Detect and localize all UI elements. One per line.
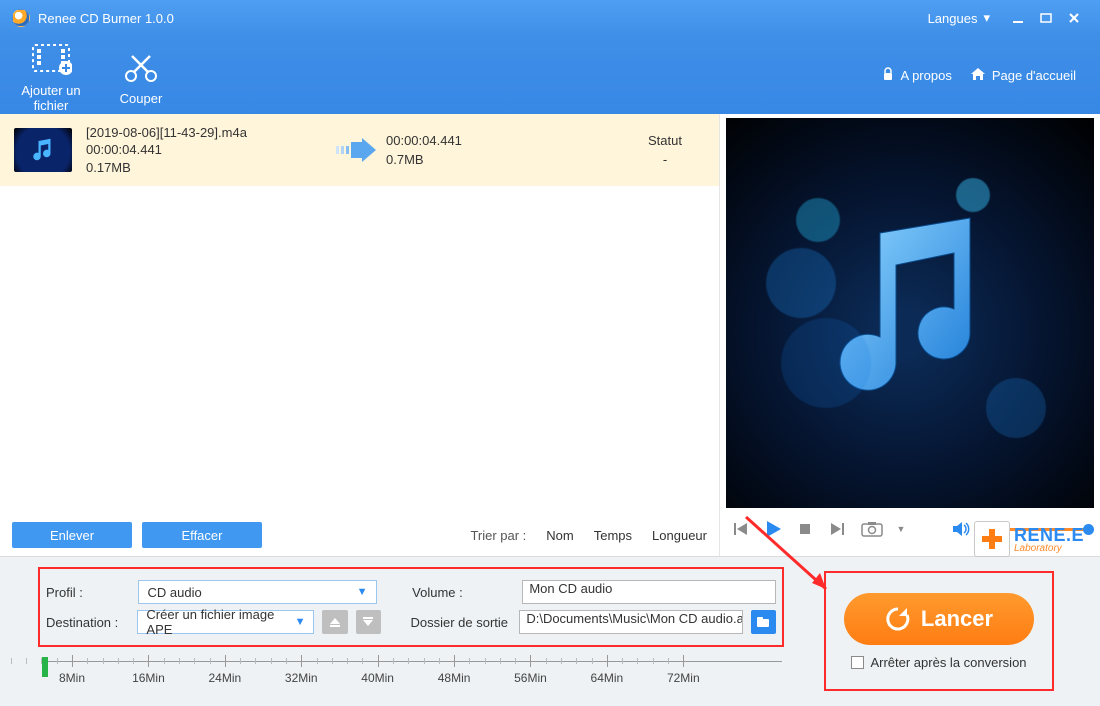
- toolbar-right-links: A propos Page d'accueil: [881, 67, 1094, 84]
- arrow-right-icon: [326, 138, 386, 162]
- file-name: [2019-08-06][11-43-29].m4a: [86, 124, 326, 142]
- file-row[interactable]: [2019-08-06][11-43-29].m4a 00:00:04.441 …: [0, 114, 719, 186]
- ruler-tick-label: 72Min: [667, 671, 700, 685]
- remove-button[interactable]: Enlever: [12, 522, 132, 548]
- file-info: [2019-08-06][11-43-29].m4a 00:00:04.441 …: [86, 124, 326, 177]
- preview-panel: ▼: [720, 114, 1100, 556]
- volume-label: Volume :: [412, 585, 514, 600]
- destination-label: Destination :: [46, 615, 129, 630]
- toolbar: Ajouter un fichier Couper A propos Page …: [0, 36, 1100, 114]
- cut-button[interactable]: Couper: [96, 45, 186, 106]
- output-folder-input[interactable]: D:\Documents\Music\Mon CD audio.ap: [519, 610, 742, 634]
- file-duration: 00:00:04.441: [86, 141, 326, 159]
- browse-button[interactable]: [751, 610, 776, 634]
- about-link[interactable]: A propos: [881, 67, 952, 84]
- home-link[interactable]: Page d'accueil: [970, 67, 1076, 84]
- app-title: Renee CD Burner 1.0.0: [38, 11, 174, 26]
- sort-by-label: Trier par :: [470, 528, 526, 543]
- stop-after-label: Arrêter après la conversion: [870, 655, 1026, 670]
- chevron-down-icon: ▼: [357, 586, 368, 598]
- home-icon: [970, 67, 986, 84]
- minimize-button[interactable]: [1004, 8, 1032, 28]
- title-bar: Renee CD Burner 1.0.0 Langues ▾: [0, 0, 1100, 36]
- sort-time[interactable]: Temps: [594, 528, 632, 543]
- profile-select[interactable]: CD audio ▼: [138, 580, 376, 604]
- clear-button[interactable]: Effacer: [142, 522, 262, 548]
- brand-logo: RENE.E Laboratory: [974, 521, 1084, 557]
- about-label: A propos: [901, 68, 952, 83]
- scissors-icon: [96, 45, 186, 89]
- ruler-tick-label: 8Min: [59, 671, 85, 685]
- file-output-info: 00:00:04.441 0.7MB: [386, 131, 566, 170]
- ruler-tick-label: 56Min: [514, 671, 547, 685]
- timeline-marker[interactable]: [42, 657, 48, 677]
- language-label: Langues: [928, 11, 978, 26]
- preview-area: [726, 118, 1094, 508]
- chevron-down-icon: ▾: [983, 10, 990, 26]
- play-button[interactable]: [762, 518, 784, 540]
- destination-select[interactable]: Créer un fichier image APE ▼: [137, 610, 314, 634]
- volume-input[interactable]: Mon CD audio: [522, 580, 776, 604]
- load-button[interactable]: [356, 610, 381, 634]
- ruler-tick-label: 48Min: [438, 671, 471, 685]
- file-list-empty-area: [0, 186, 719, 514]
- timeline-ruler[interactable]: 8Min 16Min 24Min 32Min 40Min 48Min 56Min 64Min 7…: [42, 651, 782, 691]
- output-duration: 00:00:04.441: [386, 131, 566, 151]
- app-logo-icon: [12, 9, 30, 27]
- status-header: Statut: [625, 131, 705, 151]
- stop-after-checkbox[interactable]: [851, 656, 864, 669]
- snapshot-button[interactable]: [858, 518, 886, 540]
- stop-after-row[interactable]: Arrêter après la conversion: [851, 655, 1026, 670]
- chevron-down-icon: ▼: [295, 616, 306, 628]
- ruler-tick-label: 40Min: [361, 671, 394, 685]
- file-thumbnail: [14, 128, 72, 172]
- cross-icon: [974, 521, 1010, 557]
- next-button[interactable]: [826, 518, 848, 540]
- status-column: Statut -: [625, 131, 705, 170]
- ruler-tick-label: 16Min: [132, 671, 165, 685]
- refresh-icon: [885, 606, 911, 632]
- destination-value: Créer un fichier image APE: [146, 607, 294, 637]
- file-size: 0.17MB: [86, 159, 326, 177]
- snapshot-menu-button[interactable]: ▼: [896, 518, 906, 540]
- prev-button[interactable]: [730, 518, 752, 540]
- profile-label: Profil :: [46, 585, 130, 600]
- lock-icon: [881, 67, 895, 84]
- launch-box: Lancer Arrêter après la conversion: [824, 571, 1054, 691]
- output-size: 0.7MB: [386, 150, 566, 170]
- cut-label: Couper: [96, 91, 186, 106]
- language-selector[interactable]: Langues ▾: [928, 10, 990, 26]
- sort-name[interactable]: Nom: [546, 528, 573, 543]
- main-area: [2019-08-06][11-43-29].m4a 00:00:04.441 …: [0, 114, 1100, 556]
- close-button[interactable]: [1060, 8, 1088, 28]
- settings-box: Profil : CD audio ▼ Volume : Mon CD audi…: [38, 567, 784, 647]
- ruler-tick-label: 32Min: [285, 671, 318, 685]
- stop-button[interactable]: [794, 518, 816, 540]
- status-value: -: [625, 150, 705, 170]
- file-list-panel: [2019-08-06][11-43-29].m4a 00:00:04.441 …: [0, 114, 720, 556]
- sort-length[interactable]: Longueur: [652, 528, 707, 543]
- eject-button[interactable]: [322, 610, 347, 634]
- add-file-label: Ajouter un fichier: [6, 83, 96, 113]
- add-file-button[interactable]: Ajouter un fichier: [6, 37, 96, 113]
- maximize-button[interactable]: [1032, 8, 1060, 28]
- home-label: Page d'accueil: [992, 68, 1076, 83]
- film-plus-icon: [6, 37, 96, 81]
- launch-button[interactable]: Lancer: [844, 593, 1034, 645]
- ruler-tick-label: 24Min: [208, 671, 241, 685]
- bottom-panel: RENE.E Laboratory Profil : CD audio ▼ Vo…: [0, 556, 1100, 706]
- profile-value: CD audio: [147, 585, 201, 600]
- ruler-tick-label: 64Min: [591, 671, 624, 685]
- output-folder-label: Dossier de sortie: [410, 615, 511, 630]
- list-action-bar: Enlever Effacer Trier par : Nom Temps Lo…: [0, 514, 719, 556]
- volume-icon[interactable]: [950, 518, 972, 540]
- launch-label: Lancer: [921, 606, 993, 632]
